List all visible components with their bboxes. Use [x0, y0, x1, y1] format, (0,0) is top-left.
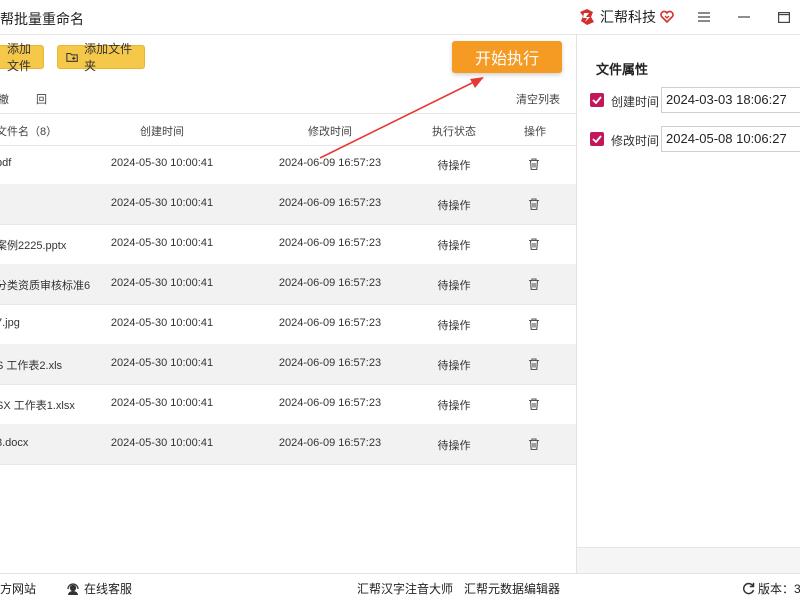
table-row[interactable]: 7.jpg 2024-05-30 10:00:41 2024-06-09 16:57…	[0, 304, 576, 345]
status-text: 待操作	[437, 240, 471, 252]
status-text: 待操作	[437, 320, 471, 332]
table-header: 文件名（8） 创建时间 修改时间 执行状态 操作	[0, 113, 576, 146]
status-text: 待操作	[437, 280, 471, 292]
online-service-link[interactable]: 在线客服	[66, 580, 132, 597]
table-row[interactable]: 分类资质审核标准6 2024-05-30 10:00:41 2024-06-09 1…	[0, 264, 576, 305]
menu-icon[interactable]	[693, 8, 715, 26]
brand-name: 汇帮科技	[600, 9, 656, 25]
file-name: pdf	[0, 157, 12, 169]
modified-time-label: 修改时间	[611, 134, 660, 148]
folder-plus-icon	[66, 53, 78, 62]
heart-icon	[660, 10, 674, 24]
modified-time-checkbox[interactable]	[590, 132, 604, 146]
status-text: 待操作	[437, 400, 471, 412]
add-file-label: 添加文件	[7, 42, 32, 73]
created-time: 2024-05-30 10:00:41	[110, 397, 214, 409]
metadata-editor-link[interactable]: 汇帮元数据编辑器	[464, 580, 560, 597]
created-time: 2024-05-30 10:00:41	[110, 437, 214, 449]
version-label: 版本：3.	[758, 582, 800, 596]
status-text: 待操作	[437, 440, 471, 452]
app-title: 帮批量重命名	[0, 11, 84, 27]
file-name: 分类资质审核标准6	[0, 280, 91, 292]
modified-time-input[interactable]: 2024-05-08 10:06:27	[661, 126, 800, 152]
brand-logo-icon	[580, 9, 594, 25]
attributes-title: 文件属性	[596, 62, 649, 77]
created-time: 2024-05-30 10:00:41	[110, 277, 214, 289]
start-execute-button[interactable]: 开始执行	[452, 41, 562, 73]
created-time: 2024-05-30 10:00:41	[110, 157, 214, 169]
title-bar	[0, 0, 800, 35]
undo-button[interactable]: 撤 回	[0, 91, 59, 107]
created-time-checkbox[interactable]	[590, 93, 604, 107]
trash-icon[interactable]	[527, 397, 541, 411]
table-row[interactable]: S 工作表2.xls 2024-05-30 10:00:41 2024-06-09 …	[0, 344, 576, 385]
file-name: SX 工作表1.xlsx	[0, 400, 75, 412]
status-text: 待操作	[437, 360, 471, 372]
modified-time: 2024-06-09 16:57:23	[278, 397, 382, 409]
modified-time: 2024-06-09 16:57:23	[278, 197, 382, 209]
refresh-icon	[742, 582, 755, 595]
column-header-modified[interactable]: 修改时间	[260, 123, 400, 139]
modified-time: 2024-06-09 16:57:23	[278, 437, 382, 449]
created-time-input[interactable]: 2024-03-03 18:06:27	[661, 87, 800, 113]
table-row[interactable]: pdf 2024-05-30 10:00:41 2024-06-09 16:57:2…	[0, 144, 576, 185]
created-time: 2024-05-30 10:00:41	[110, 237, 214, 249]
status-text: 待操作	[437, 160, 471, 172]
pinyin-tool-link[interactable]: 汇帮汉字注音大师	[357, 580, 453, 597]
trash-icon[interactable]	[527, 237, 541, 251]
minimize-icon[interactable]	[733, 8, 755, 26]
add-folder-button[interactable]: 添加文件夹	[57, 42, 145, 73]
trash-icon[interactable]	[527, 437, 541, 451]
clear-list-button[interactable]: 清空列表	[516, 91, 560, 107]
table-row[interactable]: t2024-05-30 10:00:412024-06-09 16:57:23待…	[0, 184, 576, 225]
add-file-button[interactable]: 添加文件	[0, 42, 44, 73]
created-time: 2024-05-30 10:00:41	[110, 317, 214, 329]
file-name: 7.jpg	[0, 317, 20, 329]
checkmark-icon	[592, 135, 602, 143]
column-header-action: 操作	[524, 126, 546, 138]
headset-icon	[67, 582, 79, 595]
created-time: 2024-05-30 10:00:41	[110, 357, 214, 369]
trash-icon[interactable]	[527, 197, 541, 211]
table-row[interactable]: SX 工作表1.xlsx 2024-05-30 10:00:41 2024-06-0…	[0, 384, 576, 425]
maximize-icon[interactable]	[773, 8, 795, 26]
trash-icon[interactable]	[527, 157, 541, 171]
modified-time: 2024-06-09 16:57:23	[278, 357, 382, 369]
online-service-label: 在线客服	[84, 582, 133, 596]
trash-icon[interactable]	[527, 277, 541, 291]
created-time: 2024-05-30 10:00:41	[110, 197, 214, 209]
trash-icon[interactable]	[527, 357, 541, 371]
column-header-status: 执行状态	[432, 126, 476, 138]
attributes-panel-footer	[577, 547, 800, 574]
table-row[interactable]: 案例2225.pptx 2024-05-30 10:00:41 2024-06-09…	[0, 224, 576, 265]
modified-time: 2024-06-09 16:57:23	[278, 157, 382, 169]
modified-time: 2024-06-09 16:57:23	[278, 237, 382, 249]
file-name: 案例2225.pptx	[0, 240, 67, 252]
official-website-link[interactable]: 方网站	[0, 580, 36, 597]
column-header-name[interactable]: 文件名（8）	[0, 123, 57, 139]
created-time-label: 创建时间	[611, 95, 660, 109]
brand[interactable]: 汇帮科技	[578, 7, 674, 27]
checkmark-icon	[592, 96, 602, 104]
file-name: 8.docx	[0, 437, 29, 449]
table-row[interactable]: 8.docx 2024-05-30 10:00:41 2024-06-09 16:5…	[0, 424, 576, 465]
version-info[interactable]: 版本：3.	[742, 580, 800, 597]
column-header-created[interactable]: 创建时间	[92, 123, 232, 139]
modified-time: 2024-06-09 16:57:23	[278, 277, 382, 289]
status-text: 待操作	[437, 200, 471, 212]
add-folder-label: 添加文件夹	[84, 42, 133, 73]
modified-time: 2024-06-09 16:57:23	[278, 317, 382, 329]
trash-icon[interactable]	[527, 317, 541, 331]
file-name: S 工作表2.xls	[0, 360, 63, 372]
